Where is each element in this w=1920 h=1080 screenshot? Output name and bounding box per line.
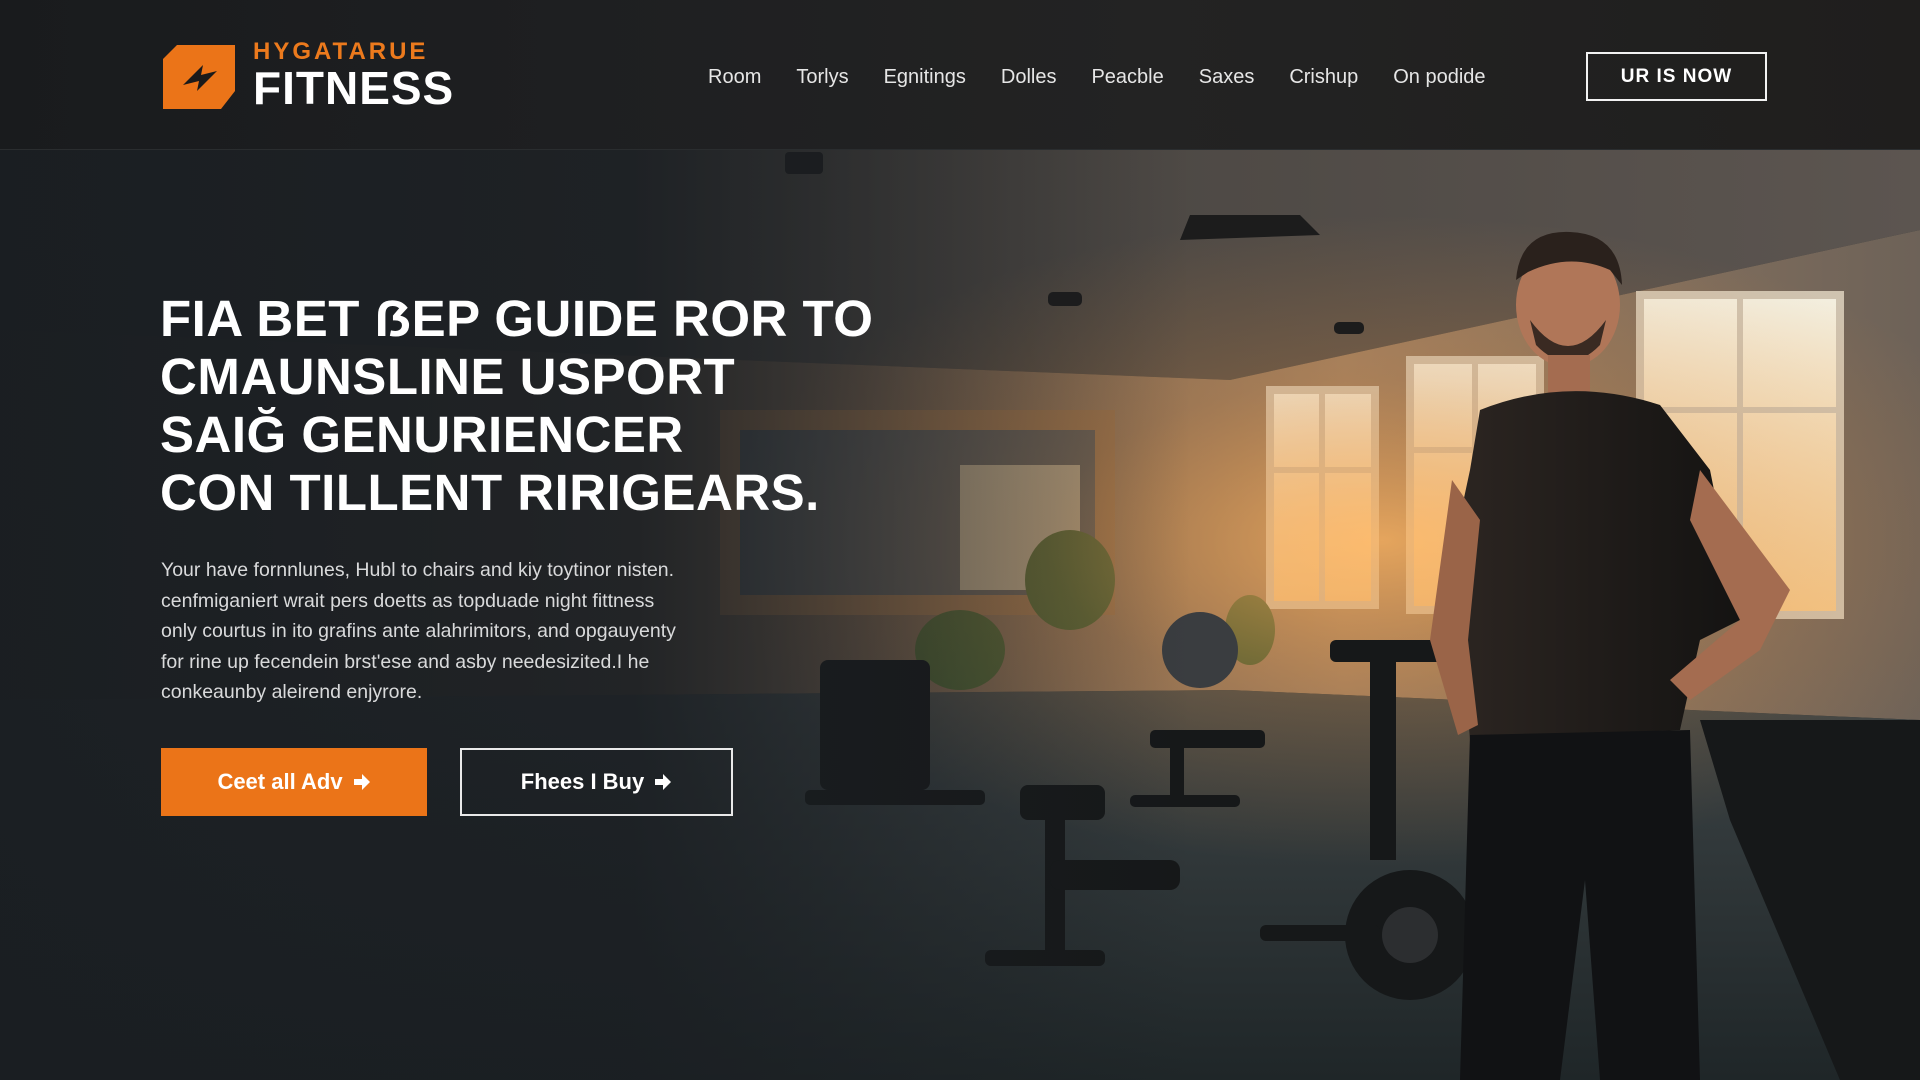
hero-description-line: only courtus in ito grafins ante alahrim…: [161, 620, 676, 642]
hero-title-line: FIA BET ẞEP GUIDE ROR TO: [160, 290, 874, 347]
arrow-right-icon: [655, 774, 672, 790]
hero-title-line: CON TILLENT RIRIGEARS.: [160, 464, 820, 521]
arrow-right-icon: [353, 774, 370, 790]
nav-item-peacble[interactable]: Peacble: [1091, 59, 1163, 95]
hero-description-line: Your have fornnlunes, Hubl to chairs and…: [161, 559, 675, 581]
gym-hero-image: [0, 0, 1920, 1080]
hero-title: FIA BET ẞEP GUIDE ROR TO CMAUNSLINE USPO…: [160, 290, 920, 522]
nav-item-torlys[interactable]: Torlys: [796, 59, 848, 95]
hero-title-line: SAIĞ GENURIENCER: [160, 406, 684, 463]
landing-page: HYGATARUE FITNESS Room Torlys Egnitings …: [0, 0, 1920, 1080]
brand-logo[interactable]: HYGATARUE FITNESS: [163, 39, 463, 114]
hero-description-line: cenfmiganiert wrait pers doetts as topdu…: [161, 589, 655, 612]
arrow-bolt-logo-icon: [163, 45, 235, 109]
header-cta-button[interactable]: UR IS NOW: [1586, 52, 1767, 101]
nav-item-egnitings[interactable]: Egnitings: [884, 59, 966, 95]
site-header: HYGATARUE FITNESS Room Torlys Egnitings …: [0, 0, 1920, 149]
hero-description-line: conkeaunby aleirend enjyrore.: [161, 681, 423, 703]
primary-cta-button[interactable]: Ceet all Adv: [161, 748, 427, 816]
nav-item-saxes[interactable]: Saxes: [1199, 59, 1255, 95]
secondary-cta-button[interactable]: Fhees I Buy: [460, 748, 733, 816]
brand-name: FITNESS: [253, 62, 455, 114]
nav-item-dolles[interactable]: Dolles: [1001, 59, 1057, 95]
hero-description-line: for rine up fecendein brst'ese and asby …: [161, 650, 650, 673]
main-nav: Room Torlys Egnitings Dolles Peacble Sax…: [708, 59, 1521, 95]
primary-cta-label: Ceet all Adv: [217, 769, 343, 794]
nav-item-on-podide[interactable]: On podide: [1393, 59, 1485, 95]
nav-item-room[interactable]: Room: [708, 59, 761, 95]
nav-item-crishup[interactable]: Crishup: [1289, 59, 1358, 95]
hero-description: Your have fornnlunes, Hubl to chairs and…: [161, 555, 781, 708]
hero-title-line: CMAUNSLINE USPORT: [160, 348, 736, 405]
secondary-cta-label: Fhees I Buy: [520, 769, 645, 794]
